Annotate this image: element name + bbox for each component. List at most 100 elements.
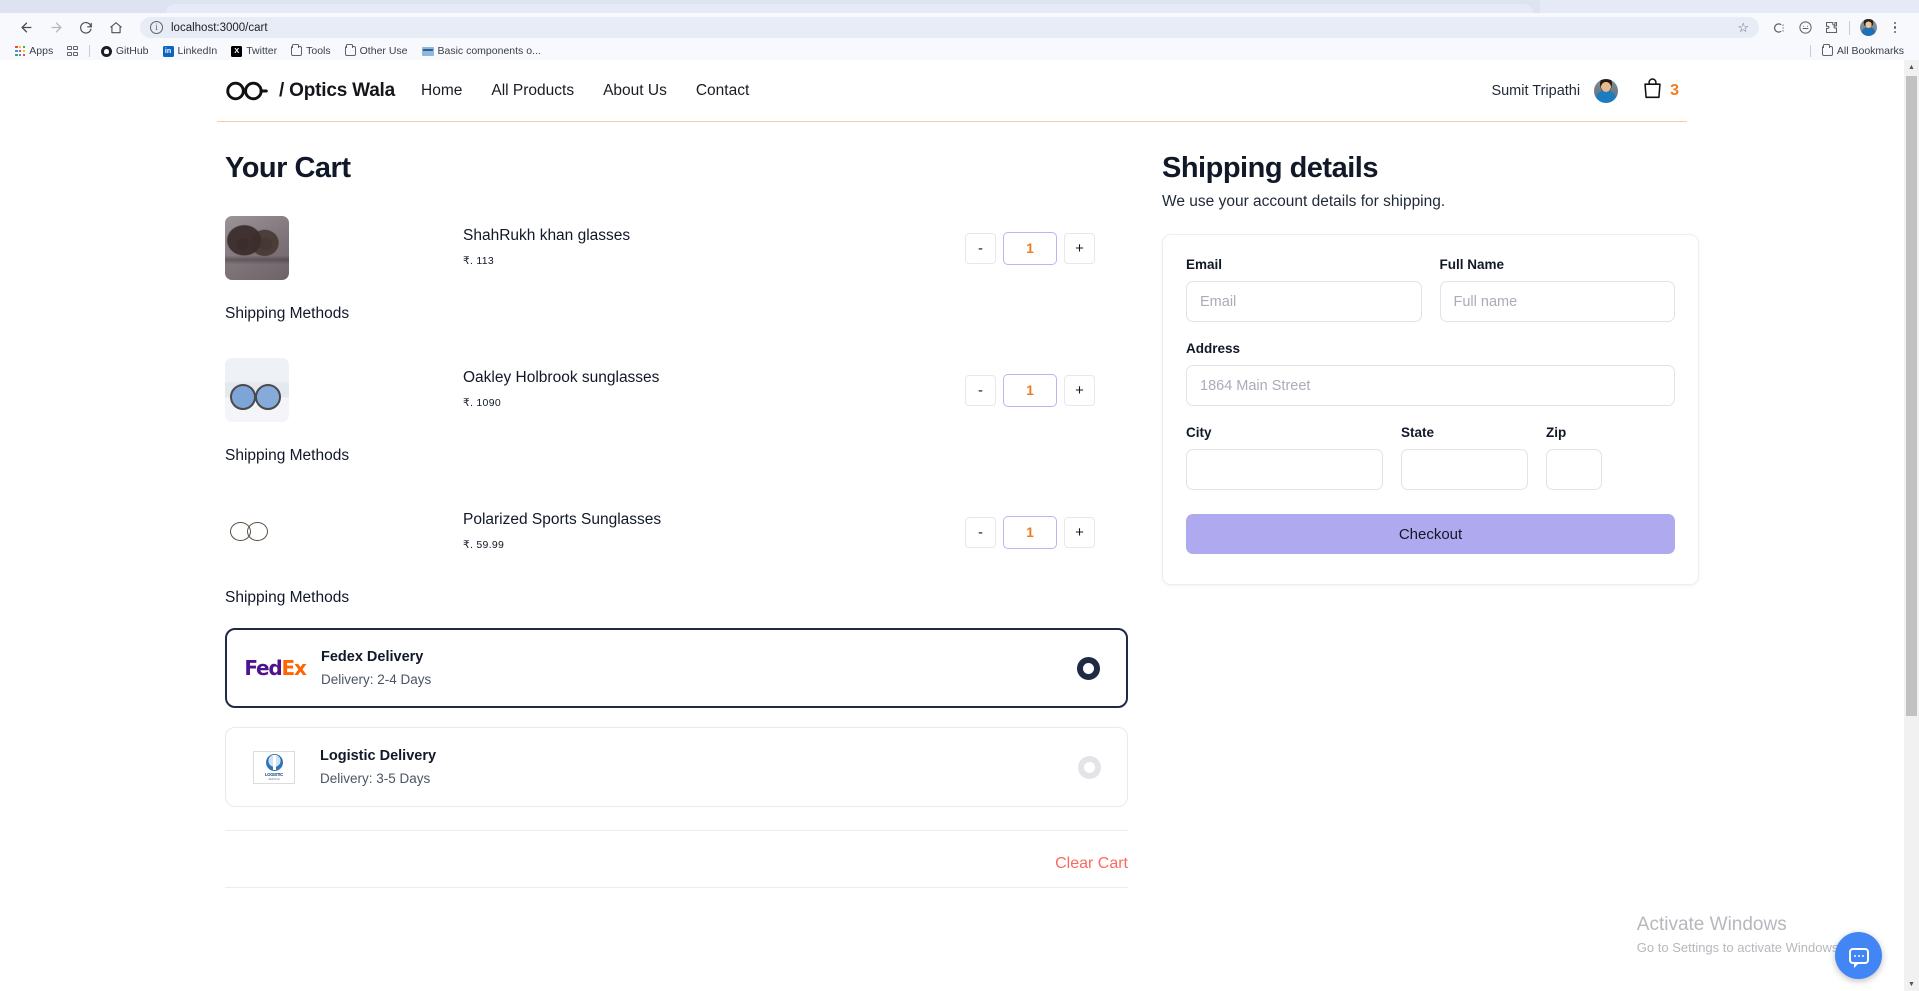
bookmarks-divider	[88, 45, 90, 57]
full-name-label: Full Name	[1439, 257, 1505, 272]
extensions-puzzle-icon[interactable]	[1819, 16, 1843, 40]
page-title: Your Cart	[225, 152, 351, 184]
bookmark-label: Basic components o...	[437, 45, 541, 57]
product-price: ₹. 59.99	[463, 539, 505, 551]
toolbar-divider	[1849, 20, 1850, 35]
product-thumbnail	[225, 500, 289, 564]
product-name: Oakley Holbrook sunglasses	[463, 369, 660, 386]
cart-item: Oakley Holbrook sunglasses ₹. 1090 - 1 +	[225, 357, 1130, 423]
back-arrow-icon[interactable]	[12, 14, 40, 42]
shipping-option-logistic[interactable]: LOGISTIC SERVICE Logistic Delivery Deliv…	[225, 727, 1128, 807]
twitter-x-icon: X	[231, 45, 243, 57]
bookmark-star-icon[interactable]: ☆	[1737, 20, 1749, 36]
quantity-decrease-button[interactable]: -	[965, 374, 996, 406]
browser-toolbar: i localhost:3000/cart ☆	[0, 13, 1919, 42]
globe-icon	[265, 753, 283, 771]
bookmark-site-icon	[421, 46, 434, 56]
scrollbar-thumb[interactable]	[1906, 76, 1917, 716]
browser-extension-c-icon[interactable]	[1767, 16, 1791, 40]
bookmark-linkedin[interactable]: in LinkedIn	[156, 43, 225, 59]
all-bookmarks-area: All Bookmarks	[1806, 43, 1911, 59]
state-label: State	[1401, 425, 1435, 440]
shipping-title: Shipping details	[1162, 152, 1378, 184]
quantity-decrease-button[interactable]: -	[965, 516, 996, 548]
forward-arrow-icon[interactable]	[42, 14, 70, 42]
bookmark-label: GitHub	[115, 45, 149, 57]
logistic-logo-subtext: SERVICE	[268, 777, 280, 781]
product-name: ShahRukh khan glasses	[463, 227, 631, 244]
checkout-button[interactable]: Checkout	[1186, 514, 1675, 554]
state-field[interactable]	[1401, 449, 1528, 490]
quantity-increase-button[interactable]: +	[1064, 516, 1095, 548]
brand-name: / Optics Wala	[279, 79, 396, 101]
product-info: Oakley Holbrook sunglasses ₹. 1090	[463, 369, 823, 411]
folder-icon	[1821, 44, 1833, 56]
nav-link-all-products[interactable]: All Products	[491, 82, 574, 100]
site-info-icon[interactable]: i	[150, 21, 163, 34]
chat-support-button[interactable]	[1835, 932, 1882, 979]
active-tab[interactable]	[166, 4, 1533, 13]
nav-link-home[interactable]: Home	[421, 82, 462, 100]
email-field-group: Email	[1186, 257, 1422, 322]
reload-icon[interactable]	[72, 14, 100, 42]
city-field-group: City	[1186, 425, 1383, 490]
logistic-logo-icon: LOGISTIC SERVICE	[246, 750, 302, 784]
browser-menu-icon[interactable]	[1883, 16, 1907, 40]
bookmark-folder-other-use[interactable]: Other Use	[338, 43, 415, 59]
bookmark-basic-components[interactable]: Basic components o...	[415, 43, 548, 59]
city-label: City	[1186, 425, 1212, 440]
bookmark-github[interactable]: GitHub	[94, 43, 156, 59]
quantity-increase-button[interactable]: +	[1064, 374, 1095, 406]
cart-item: ShahRukh khan glasses ₹. 113 - 1 +	[225, 215, 1130, 281]
product-price: ₹. 1090	[463, 397, 501, 409]
watermark-line-1: Activate Windows	[1636, 914, 1787, 935]
shipping-option-text: Logistic Delivery Delivery: 3-5 Days	[320, 748, 436, 786]
city-field[interactable]	[1186, 449, 1383, 490]
bookmark-tab-search[interactable]	[60, 43, 85, 59]
quantity-increase-button[interactable]: +	[1064, 232, 1095, 264]
bookmark-twitter[interactable]: X Twitter	[224, 43, 284, 59]
cart-button[interactable]: 3	[1642, 77, 1679, 104]
all-bookmarks-button[interactable]: All Bookmarks	[1815, 43, 1911, 59]
address-bar[interactable]: i localhost:3000/cart ☆	[140, 17, 1759, 38]
form-row-city-state-zip: City State Zip	[1186, 425, 1675, 490]
page-main: Your Cart ShahRukh khan glasses ₹. 113 -…	[217, 122, 1699, 888]
email-field[interactable]	[1186, 281, 1422, 322]
brand-logo[interactable]: / Optics Wala	[225, 80, 395, 102]
shopping-bag-icon	[1642, 77, 1663, 104]
clear-cart-button[interactable]: Clear Cart	[1055, 855, 1128, 873]
page-scrollbar[interactable]: ▲ ▼	[1904, 60, 1919, 991]
shipping-radio-unselected[interactable]	[1078, 755, 1101, 779]
shipping-option-subtitle: Delivery: 2-4 Days	[321, 672, 432, 687]
user-name[interactable]: Sumit Tripathi	[1491, 83, 1580, 99]
shipping-option-text: Fedex Delivery Delivery: 2-4 Days	[321, 649, 431, 687]
bookmark-apps[interactable]: Apps	[8, 43, 60, 59]
quantity-decrease-button[interactable]: -	[965, 232, 996, 264]
shipping-radio-selected[interactable]	[1077, 656, 1100, 680]
url-text: localhost:3000/cart	[171, 21, 268, 34]
quantity-value[interactable]: 1	[1003, 373, 1057, 407]
scroll-down-arrow[interactable]: ▼	[1904, 977, 1919, 991]
bookmark-label: Tools	[306, 45, 331, 57]
nav-link-about-us[interactable]: About Us	[603, 82, 667, 100]
quantity-stepper: - 1 +	[965, 373, 1095, 407]
quantity-value[interactable]: 1	[1003, 515, 1057, 549]
bookmarks-bar: Apps GitHub in LinkedIn X Twitter Tools …	[0, 42, 1919, 60]
zip-field[interactable]	[1546, 449, 1602, 490]
apps-grid-icon	[15, 45, 26, 57]
address-field[interactable]	[1186, 365, 1675, 406]
scroll-up-arrow[interactable]: ▲	[1904, 60, 1919, 74]
browser-smiley-icon[interactable]	[1793, 16, 1817, 40]
shipping-option-fedex[interactable]: FedEx Fedex Delivery Delivery: 2-4 Days	[225, 628, 1128, 708]
avatar[interactable]	[1594, 78, 1619, 103]
glasses-logo-icon	[225, 81, 272, 101]
full-name-field[interactable]	[1439, 281, 1675, 322]
profile-avatar[interactable]	[1860, 19, 1877, 36]
cart-item: Polarized Sports Sunglasses ₹. 59.99 - 1…	[225, 499, 1130, 565]
bookmark-folder-tools[interactable]: Tools	[284, 43, 338, 59]
home-icon[interactable]	[102, 14, 130, 42]
quantity-value[interactable]: 1	[1003, 231, 1057, 265]
nav-link-contact[interactable]: Contact	[696, 82, 749, 100]
cart-footer: Clear Cart	[225, 831, 1128, 888]
quantity-stepper: - 1 +	[965, 515, 1095, 549]
